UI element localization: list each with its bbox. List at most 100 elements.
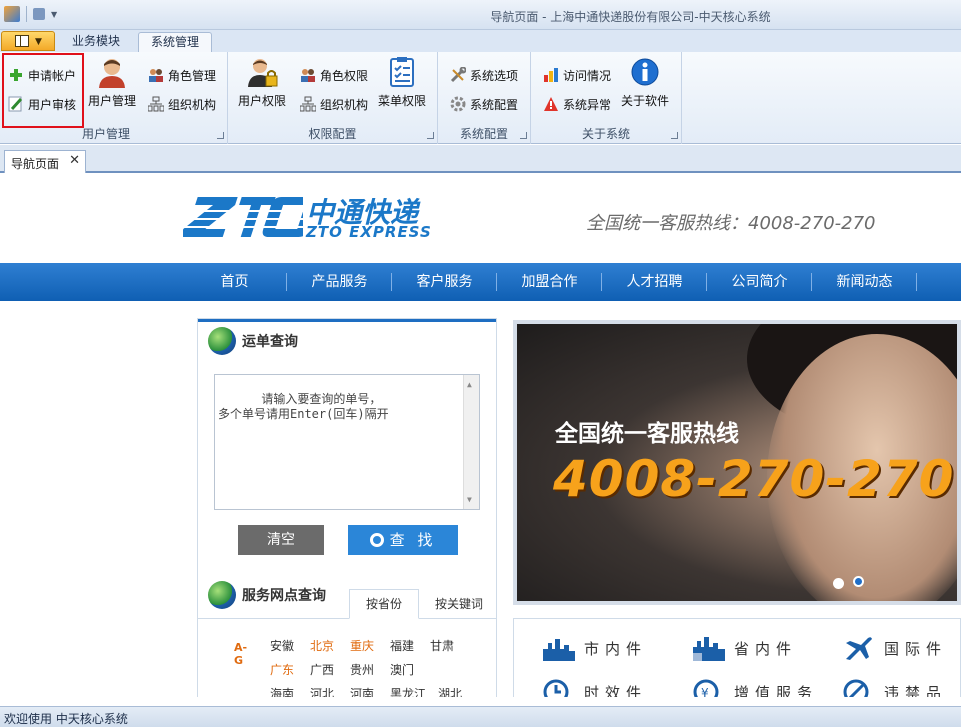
search-icon [369, 533, 384, 547]
textarea-scrollbar[interactable]: ▲ ▼ [463, 375, 479, 509]
web-content: 中通快递 ZTO EXPRESS 全国统一客服热线：4008-270-270 首… [0, 175, 961, 697]
gear-icon [450, 96, 466, 112]
app-menu-button[interactable]: ▼ [1, 31, 55, 51]
users-icon [148, 67, 164, 83]
tab-by-province[interactable]: 按省份 [349, 589, 419, 619]
user-management-button[interactable]: 用户管理 [88, 56, 136, 109]
visit-stats-button[interactable]: 访问情况 [543, 65, 611, 85]
services-panel: 市内件 省内件 国际件 时效件 ¥ 增值服务 违禁品 [513, 618, 961, 697]
document-icon [15, 35, 29, 47]
service-prohibited[interactable]: 违禁品 [842, 679, 947, 697]
org-chart-icon [147, 96, 165, 112]
ribbon: 申请帐户 用户审核 用户管理 角色管理 组织机构 用户管理 用户权限 角色权限 … [0, 52, 961, 144]
organization-button[interactable]: 组织机构 [147, 94, 216, 114]
city-skyline-icon [543, 639, 575, 661]
system-exception-button[interactable]: 系统异常 [543, 94, 611, 114]
tools-icon [450, 66, 467, 83]
tab-by-keyword[interactable]: 按关键词 [424, 589, 494, 619]
users-icon [300, 67, 316, 83]
nav-products[interactable]: 产品服务 [287, 263, 392, 301]
service-value-added[interactable]: ¥ 增值服务 [692, 679, 818, 697]
org-chart-icon [299, 96, 317, 112]
province-link[interactable]: 北京 [310, 637, 334, 654]
about-software-button[interactable]: 关于软件 [621, 56, 669, 109]
nav-careers[interactable]: 人才招聘 [602, 263, 707, 301]
province-link[interactable]: 甘肃 [430, 637, 454, 654]
tab-system-management[interactable]: 系统管理 [138, 32, 213, 53]
clear-button[interactable]: 清空 [238, 525, 324, 555]
dialog-launcher-icon[interactable] [217, 132, 224, 139]
zto-logo-mark-icon [180, 197, 318, 237]
tracking-number-input[interactable]: 请输入要查询的单号， 多个单号请用Enter(回车)隔开 ▲ ▼ [214, 374, 480, 510]
find-button[interactable]: 查 找 [348, 525, 458, 555]
province-link[interactable]: 海南 [270, 685, 294, 697]
banner-number: 4008-270-270 [553, 450, 955, 508]
city-skyline-icon [693, 637, 725, 661]
nav-home[interactable]: 首页 [182, 263, 287, 301]
role-management-button[interactable]: 角色管理 [148, 65, 216, 85]
group-label: 关于系统 [581, 127, 630, 141]
province-link[interactable]: 澳门 [390, 661, 414, 678]
ribbon-tab-bar: ▼ 业务模块 系统管理 [0, 30, 961, 53]
outlets-header: 服务网点查询 [208, 581, 326, 609]
service-international[interactable]: 国际件 [842, 635, 947, 661]
window-title-bar: ▼ 导航页面 - 上海中通快递股份有限公司-中天核心系统 [0, 0, 961, 30]
info-icon [629, 56, 661, 88]
banner-title: 全国统一客服热线 [555, 421, 739, 447]
province-link[interactable]: 广东 [270, 661, 294, 678]
carousel-dot[interactable] [833, 578, 844, 589]
carousel-dot-active[interactable] [853, 576, 864, 587]
group-label: 权限配置 [308, 127, 357, 141]
highlight-box [2, 53, 84, 128]
system-config-button[interactable]: 系统配置 [450, 94, 518, 114]
chevron-down-icon: ▼ [35, 37, 42, 47]
svg-text:¥: ¥ [701, 686, 715, 697]
close-icon[interactable]: ✕ [69, 153, 80, 168]
nav-about[interactable]: 公司简介 [707, 263, 812, 301]
globe-icon [208, 327, 236, 355]
dialog-launcher-icon[interactable] [427, 132, 434, 139]
province-link[interactable]: 安徽 [270, 637, 294, 654]
organization-permission-button[interactable]: 组织机构 [299, 94, 368, 114]
site-nav: 首页 产品服务 客户服务 加盟合作 人才招聘 公司简介 新闻动态 [0, 263, 961, 301]
tab-navigation-page[interactable]: 导航页面 ✕ [4, 150, 86, 173]
airplane-icon [846, 637, 872, 660]
zto-logo[interactable]: 中通快递 ZTO EXPRESS [180, 193, 433, 241]
tab-business-module[interactable]: 业务模块 [60, 32, 132, 52]
clock-icon [543, 679, 569, 697]
service-city[interactable]: 市内件 [542, 635, 647, 661]
user-permission-button[interactable]: 用户权限 [238, 56, 286, 109]
nav-customer-service[interactable]: 客户服务 [392, 263, 497, 301]
group-label: 系统配置 [459, 127, 508, 141]
hotline-banner[interactable]: 全国统一客服热线 4008-270-270 [513, 320, 961, 605]
province-link[interactable]: 河南 [350, 685, 374, 697]
province-link[interactable]: 黑龙江 [390, 685, 426, 697]
province-link[interactable]: 广西 [310, 661, 334, 678]
dialog-launcher-icon[interactable] [671, 132, 678, 139]
group-permission-config: 用户权限 角色权限 组织机构 菜单权限 权限配置 [228, 52, 438, 144]
system-options-button[interactable]: 系统选项 [450, 65, 518, 85]
hotline-text: 全国统一客服热线：4008-270-270 [586, 213, 876, 234]
scroll-up-icon[interactable]: ▲ [467, 377, 472, 392]
menu-permission-button[interactable]: 菜单权限 [378, 56, 426, 109]
brand-en: ZTO EXPRESS [306, 223, 432, 241]
province-link[interactable]: 福建 [390, 637, 414, 654]
role-permission-button[interactable]: 角色权限 [300, 65, 368, 85]
status-bar: 欢迎使用 中天核心系统 [0, 706, 961, 727]
service-province[interactable]: 省内件 [692, 635, 797, 661]
scroll-down-icon[interactable]: ▼ [467, 492, 472, 507]
service-express[interactable]: 时效件 [542, 679, 647, 697]
group-system-config: 系统选项 系统配置 系统配置 [438, 52, 531, 144]
nav-news[interactable]: 新闻动态 [812, 263, 917, 301]
warning-icon [543, 96, 559, 112]
globe-icon [208, 581, 236, 609]
dialog-launcher-icon[interactable] [520, 132, 527, 139]
tracking-panel: 运单查询 请输入要查询的单号， 多个单号请用Enter(回车)隔开 ▲ ▼ 清空… [197, 318, 497, 697]
nav-franchise[interactable]: 加盟合作 [497, 263, 602, 301]
tracking-header: 运单查询 [208, 327, 298, 355]
checklist-icon [386, 56, 418, 88]
province-link[interactable]: 重庆 [350, 637, 374, 654]
province-link[interactable]: 贵州 [350, 661, 374, 678]
province-link[interactable]: 湖北 [438, 685, 462, 697]
province-link[interactable]: 河北 [310, 685, 334, 697]
